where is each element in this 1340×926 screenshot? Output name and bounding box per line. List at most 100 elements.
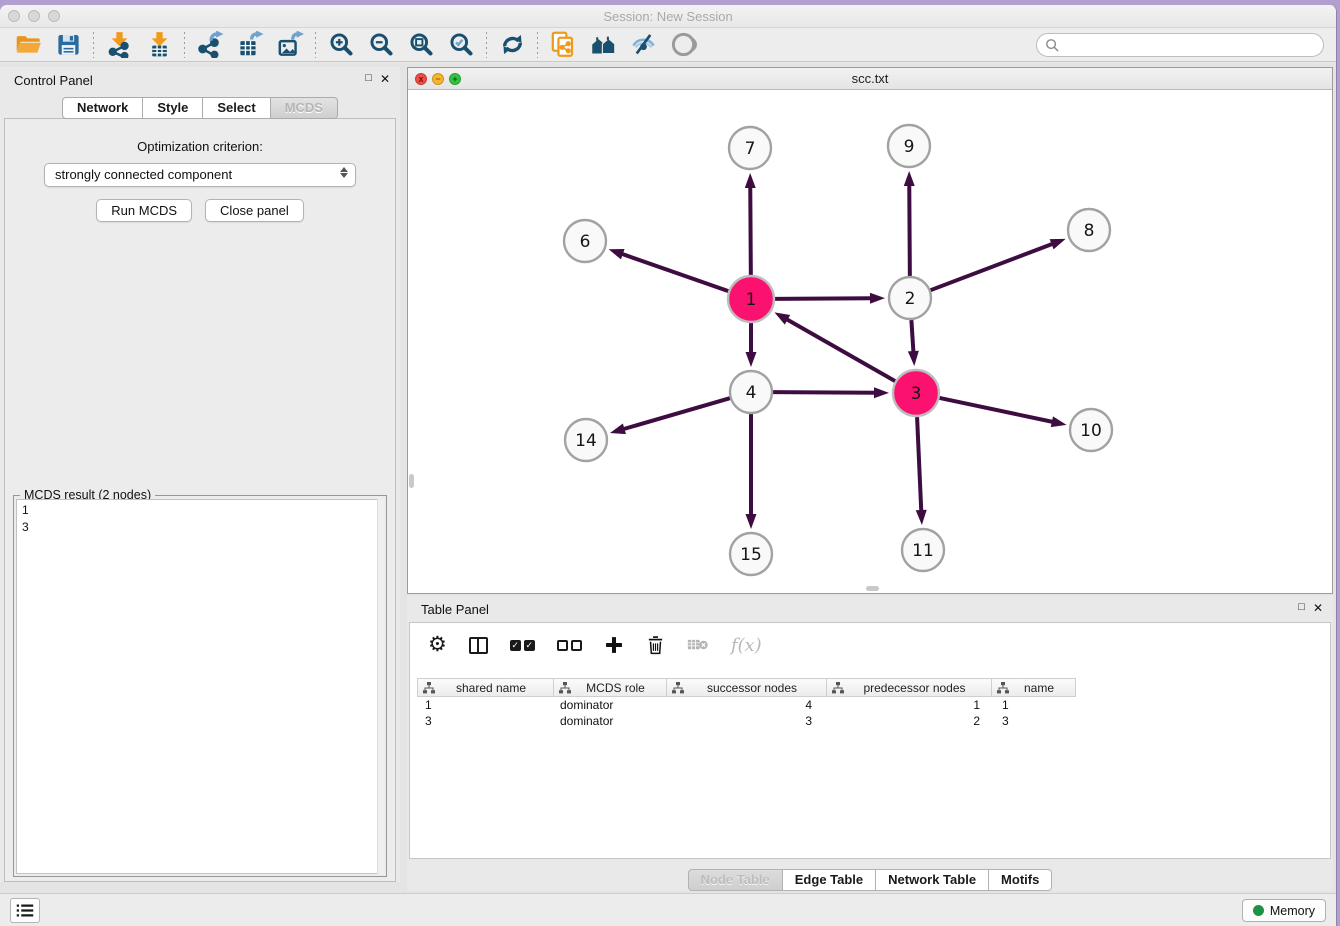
search-input[interactable] <box>1060 35 1323 55</box>
edge-1-2[interactable] <box>775 298 872 299</box>
tab-select[interactable]: Select <box>203 97 270 119</box>
eye-icon <box>670 31 697 58</box>
edge-1-7[interactable] <box>750 186 751 275</box>
import-table-button[interactable] <box>139 29 179 61</box>
arrowhead-icon <box>745 173 756 188</box>
table-cell[interactable]: 3 <box>667 713 827 729</box>
column-header-successor-nodes[interactable]: successor nodes <box>667 678 827 697</box>
export-image-button[interactable] <box>270 29 310 61</box>
close-table-panel-icon[interactable]: ✕ <box>1313 601 1323 615</box>
table-cell[interactable]: dominator <box>554 713 667 729</box>
table-cell[interactable]: 3 <box>992 713 1076 729</box>
tab-network[interactable]: Network <box>62 97 143 119</box>
add-row-button[interactable] <box>604 635 624 655</box>
table-cell[interactable]: 4 <box>667 697 827 713</box>
table-panel: Table Panel □ ✕ ⚙ ✓✓ <box>407 596 1333 891</box>
column-label: shared name <box>435 681 553 695</box>
table-cell[interactable]: dominator <box>554 697 667 713</box>
fx-icon: f(x) <box>731 635 762 656</box>
arrowhead-icon <box>610 424 626 435</box>
close-panel-button[interactable]: Close panel <box>205 199 304 222</box>
table-cell[interactable]: 1 <box>827 697 992 713</box>
open-session-button[interactable] <box>8 29 48 61</box>
tab-network-table[interactable]: Network Table <box>876 869 989 891</box>
hide-graphics-button[interactable] <box>623 29 663 61</box>
zoom-fit-button[interactable] <box>401 29 441 61</box>
tab-mcds[interactable]: MCDS <box>271 97 338 119</box>
delete-table-icon <box>687 637 709 653</box>
show-columns-button[interactable] <box>469 637 488 654</box>
column-header-predecessor-nodes[interactable]: predecessor nodes <box>827 678 992 697</box>
trash-icon <box>646 635 665 655</box>
attribute-type-icon <box>559 682 571 694</box>
unchecked-boxes-icon <box>557 640 582 651</box>
task-history-button[interactable] <box>10 898 40 923</box>
tab-edge-table[interactable]: Edge Table <box>783 869 876 891</box>
edge-3-11[interactable] <box>917 417 921 512</box>
memory-button[interactable]: Memory <box>1242 899 1326 922</box>
column-header-MCDS-role[interactable]: MCDS role <box>554 678 667 697</box>
zoom-selected-button[interactable] <box>441 29 481 61</box>
import-network-button[interactable] <box>99 29 139 61</box>
tab-motifs[interactable]: Motifs <box>989 869 1052 891</box>
refresh-layout-button[interactable] <box>492 29 532 61</box>
mcds-result-text[interactable]: 1 3 <box>16 499 384 874</box>
gear-icon: ⚙ <box>428 635 447 655</box>
column-label: MCDS role <box>571 681 666 695</box>
tab-style[interactable]: Style <box>143 97 203 119</box>
zoom-in-button[interactable] <box>321 29 361 61</box>
edge-2-9[interactable] <box>909 184 910 276</box>
table-body: 1dominator4113dominator323 <box>417 697 1076 729</box>
float-table-panel-icon[interactable]: □ <box>1298 601 1305 615</box>
edge-4-3[interactable] <box>773 392 876 393</box>
network-canvas[interactable]: 7968124314101511 <box>408 91 1332 593</box>
arrowhead-icon <box>746 514 757 529</box>
horizontal-scrollbar-thumb[interactable] <box>866 586 879 591</box>
home-view-button[interactable] <box>583 29 623 61</box>
edge-2-3[interactable] <box>911 320 913 353</box>
table-cell[interactable]: 3 <box>417 713 554 729</box>
main-toolbar <box>0 28 1336 62</box>
vertical-scrollbar-thumb[interactable] <box>409 474 414 488</box>
tab-node-table[interactable]: Node Table <box>688 869 783 891</box>
edge-3-1[interactable] <box>786 319 895 381</box>
select-all-button[interactable]: ✓✓ <box>510 640 535 651</box>
table-row[interactable]: 3dominator323 <box>417 713 1076 729</box>
network-graph[interactable]: 7968124314101511 <box>408 91 1332 593</box>
table-cell[interactable]: 1 <box>992 697 1076 713</box>
clone-network-button[interactable] <box>543 29 583 61</box>
close-panel-icon[interactable]: ✕ <box>380 72 390 86</box>
houses-icon <box>590 31 617 58</box>
column-header-shared-name[interactable]: shared name <box>417 678 554 697</box>
result-scrollbar[interactable] <box>377 499 384 874</box>
table-row[interactable]: 1dominator411 <box>417 697 1076 713</box>
edge-4-14[interactable] <box>622 398 729 429</box>
table-panel-tabs: Node TableEdge TableNetwork TableMotifs <box>407 869 1333 891</box>
arrowhead-icon <box>904 171 915 186</box>
delete-row-button[interactable] <box>646 635 665 655</box>
save-session-button[interactable] <box>48 29 88 61</box>
clone-network-icon <box>550 31 577 58</box>
node-label-14: 14 <box>575 431 597 451</box>
column-header-name[interactable]: name <box>992 678 1076 697</box>
edge-1-6[interactable] <box>621 254 728 292</box>
edge-2-8[interactable] <box>931 243 1054 290</box>
edge-3-10[interactable] <box>939 398 1053 422</box>
export-table-button[interactable] <box>230 29 270 61</box>
node-label-8: 8 <box>1084 221 1095 241</box>
table-header-row: shared name MCDS rolesuccessor nodesprede… <box>417 678 1076 697</box>
table-settings-button[interactable]: ⚙ <box>428 635 447 655</box>
node-label-3: 3 <box>911 384 922 404</box>
toolbar-separator <box>315 32 316 58</box>
run-mcds-button[interactable]: Run MCDS <box>96 199 192 222</box>
zoom-out-button[interactable] <box>361 29 401 61</box>
birdseye-view-button[interactable] <box>663 29 703 61</box>
criterion-select[interactable]: strongly connected component <box>44 163 356 187</box>
float-panel-icon[interactable]: □ <box>365 72 372 86</box>
import-network-icon <box>106 31 133 58</box>
table-cell[interactable]: 1 <box>417 697 554 713</box>
deselect-all-button[interactable] <box>557 640 582 651</box>
export-network-button[interactable] <box>190 29 230 61</box>
arrowhead-icon <box>1051 416 1067 427</box>
table-cell[interactable]: 2 <box>827 713 992 729</box>
